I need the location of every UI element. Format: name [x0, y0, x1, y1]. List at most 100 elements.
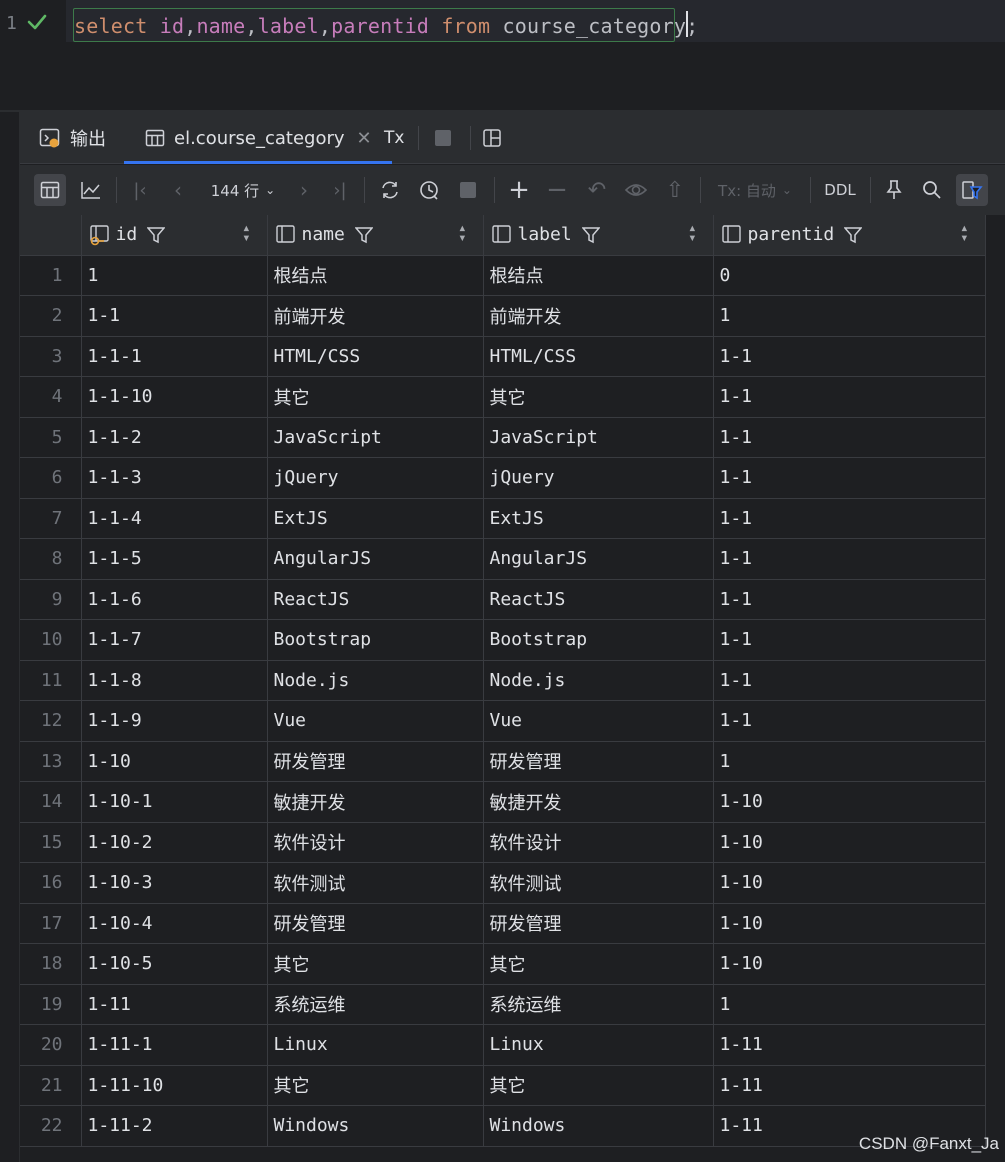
cell-name[interactable]: 其它	[267, 1065, 484, 1106]
cell-id[interactable]: 1-1-6	[81, 579, 268, 620]
column-header-parentid[interactable]: parentid ▴ ▾	[713, 215, 986, 256]
cell-parentid[interactable]: 1-10	[713, 943, 986, 985]
table-row[interactable]: 21 1-11-10 其它 其它 1-11	[20, 1065, 986, 1106]
chart-view-button[interactable]	[75, 174, 107, 206]
cell-name[interactable]: Node.js	[267, 660, 484, 701]
cell-name[interactable]: 其它	[267, 376, 484, 418]
table-row[interactable]: 1 1 根结点 根结点 0	[20, 255, 986, 296]
table-row[interactable]: 9 1-1-6 ReactJS ReactJS 1-1	[20, 579, 986, 620]
filter-icon[interactable]	[844, 226, 863, 244]
table-row[interactable]: 12 1-1-9 Vue Vue 1-1	[20, 700, 986, 742]
cell-parentid[interactable]: 1-1	[713, 336, 986, 377]
layout-button[interactable]	[482, 112, 510, 164]
first-page-button[interactable]: |‹	[126, 174, 154, 206]
table-row[interactable]: 20 1-11-1 Linux Linux 1-11	[20, 1024, 986, 1066]
tab-output[interactable]: 输出	[38, 112, 106, 164]
cell-parentid[interactable]: 1-10	[713, 862, 986, 904]
cell-id[interactable]: 1-10-3	[81, 862, 268, 904]
cell-parentid[interactable]: 1-1	[713, 660, 986, 701]
table-row[interactable]: 16 1-10-3 软件测试 软件测试 1-10	[20, 862, 986, 904]
cell-label[interactable]: 其它	[483, 943, 714, 985]
cell-name[interactable]: 前端开发	[267, 295, 484, 337]
cell-label[interactable]: 前端开发	[483, 295, 714, 337]
cell-name[interactable]: AngularJS	[267, 538, 484, 580]
prev-page-button[interactable]: ‹	[164, 174, 192, 206]
cell-label[interactable]: 研发管理	[483, 741, 714, 782]
filter-icon[interactable]	[581, 226, 600, 244]
sort-icon[interactable]: ▴ ▾	[960, 221, 968, 245]
cell-parentid[interactable]: 1-10	[713, 903, 986, 944]
cell-label[interactable]: 软件测试	[483, 862, 714, 904]
cell-id[interactable]: 1	[81, 255, 268, 296]
cell-id[interactable]: 1-10-4	[81, 903, 268, 944]
cancel-query-button[interactable]	[454, 174, 482, 206]
cell-id[interactable]: 1-10-1	[81, 781, 268, 823]
cell-name[interactable]: 其它	[267, 943, 484, 985]
table-row[interactable]: 5 1-1-2 JavaScript JavaScript 1-1	[20, 417, 986, 458]
cell-parentid[interactable]: 1-1	[713, 579, 986, 620]
cell-label[interactable]: Windows	[483, 1105, 714, 1147]
table-row[interactable]: 14 1-10-1 敏捷开发 敏捷开发 1-10	[20, 781, 986, 823]
cell-name[interactable]: 软件测试	[267, 862, 484, 904]
cell-label[interactable]: 其它	[483, 1065, 714, 1106]
cell-parentid[interactable]: 1-1	[713, 619, 986, 661]
cell-name[interactable]: 软件设计	[267, 822, 484, 863]
sql-statement[interactable]: select id,name,label,parentid from cours…	[74, 14, 698, 38]
cell-name[interactable]: Windows	[267, 1105, 484, 1147]
cell-label[interactable]: HTML/CSS	[483, 336, 714, 377]
add-row-button[interactable]: +	[504, 174, 534, 206]
cell-label[interactable]: 系统运维	[483, 984, 714, 1025]
cell-name[interactable]: 研发管理	[267, 903, 484, 944]
cell-label[interactable]: AngularJS	[483, 538, 714, 580]
table-row[interactable]: 22 1-11-2 Windows Windows 1-11	[20, 1105, 986, 1147]
search-button[interactable]	[918, 174, 946, 206]
cell-id[interactable]: 1-11-1	[81, 1024, 268, 1066]
cell-id[interactable]: 1-1-7	[81, 619, 268, 661]
cell-id[interactable]: 1-1-9	[81, 700, 268, 742]
stop-button[interactable]	[434, 112, 460, 164]
cell-parentid[interactable]: 1-11	[713, 1024, 986, 1066]
cell-parentid[interactable]: 1-10	[713, 822, 986, 863]
ddl-button[interactable]: DDL	[820, 174, 860, 206]
cell-parentid[interactable]: 1-1	[713, 376, 986, 418]
cell-id[interactable]: 1-10-5	[81, 943, 268, 985]
table-row[interactable]: 11 1-1-8 Node.js Node.js 1-1	[20, 660, 986, 701]
filter-settings-button[interactable]	[956, 174, 988, 206]
cell-parentid[interactable]: 1-1	[713, 700, 986, 742]
tx-button[interactable]: Tx	[384, 112, 404, 164]
cell-label[interactable]: JavaScript	[483, 417, 714, 458]
column-header-name[interactable]: name ▴ ▾	[267, 215, 484, 256]
cell-label[interactable]: 软件设计	[483, 822, 714, 863]
cell-id[interactable]: 1-1-8	[81, 660, 268, 701]
cell-name[interactable]: Vue	[267, 700, 484, 742]
cell-name[interactable]: jQuery	[267, 457, 484, 499]
delete-row-button[interactable]: −	[542, 174, 572, 206]
table-row[interactable]: 4 1-1-10 其它 其它 1-1	[20, 376, 986, 418]
filter-icon[interactable]	[147, 226, 166, 244]
close-tab-icon[interactable]: ✕	[357, 128, 372, 149]
table-row[interactable]: 17 1-10-4 研发管理 研发管理 1-10	[20, 903, 986, 944]
cell-label[interactable]: 其它	[483, 376, 714, 418]
cell-parentid[interactable]: 1	[713, 984, 986, 1025]
cell-label[interactable]: Node.js	[483, 660, 714, 701]
next-page-button[interactable]: ›	[290, 174, 318, 206]
cell-label[interactable]: 研发管理	[483, 903, 714, 944]
cell-parentid[interactable]: 1-1	[713, 498, 986, 539]
row-count-dropdown[interactable]: 144 行 ⌄	[206, 174, 280, 206]
table-view-button[interactable]	[34, 174, 66, 206]
revert-button[interactable]: ↶	[582, 174, 612, 206]
cell-name[interactable]: 系统运维	[267, 984, 484, 1025]
cell-id[interactable]: 1-11-2	[81, 1105, 268, 1147]
cell-id[interactable]: 1-1	[81, 295, 268, 337]
cell-parentid[interactable]: 1-1	[713, 538, 986, 580]
table-row[interactable]: 8 1-1-5 AngularJS AngularJS 1-1	[20, 538, 986, 580]
filter-icon[interactable]	[354, 226, 373, 244]
cell-id[interactable]: 1-1-10	[81, 376, 268, 418]
cell-id[interactable]: 1-1-5	[81, 538, 268, 580]
cell-name[interactable]: 敏捷开发	[267, 781, 484, 823]
cell-label[interactable]: 根结点	[483, 255, 714, 296]
tx-mode-dropdown[interactable]: Tx: 自动 ⌄	[710, 174, 800, 206]
table-row[interactable]: 18 1-10-5 其它 其它 1-10	[20, 943, 986, 985]
history-button[interactable]	[414, 174, 446, 206]
cell-label[interactable]: 敏捷开发	[483, 781, 714, 823]
